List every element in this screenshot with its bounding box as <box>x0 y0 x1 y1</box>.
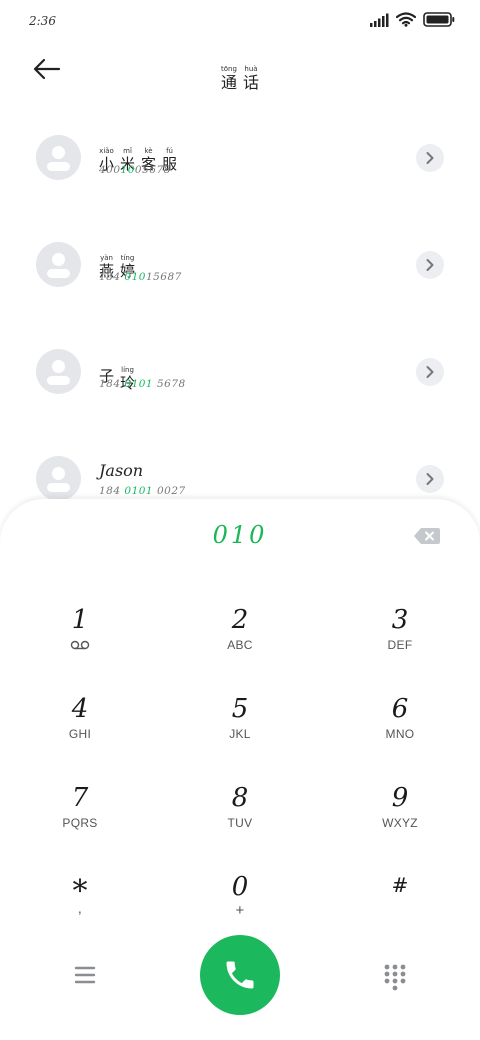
key-digit: 2 <box>231 605 249 635</box>
contact-row[interactable]: yàn 燕 tíng 婷 184 01015687 <box>0 211 480 311</box>
phone-icon <box>226 961 254 989</box>
key-letters: WXYZ <box>382 816 418 830</box>
key-6[interactable]: 6 MNO <box>340 694 460 766</box>
number-match: 10 <box>120 164 135 176</box>
key-digit: 7 <box>71 783 89 813</box>
number-part: 184 <box>99 378 125 390</box>
menu-icon[interactable] <box>70 962 100 988</box>
chevron-right-icon <box>426 259 434 271</box>
wifi-icon <box>396 12 416 27</box>
dial-input[interactable]: 010 <box>0 521 480 549</box>
contact-row[interactable]: 子 líng 玲 184 0101 5678 <box>0 318 480 418</box>
key-letters: DEF <box>387 638 413 652</box>
number-part: 0027 <box>153 485 186 497</box>
number-part: 5678 <box>153 378 186 390</box>
call-button[interactable] <box>200 935 280 1015</box>
key-digit: 6 <box>391 694 409 724</box>
voicemail-icon <box>70 640 90 650</box>
contact-number: 184 01015687 <box>99 271 182 283</box>
key-9[interactable]: 9 WXYZ <box>340 783 460 855</box>
contact-number: 184 0101 5678 <box>99 378 186 390</box>
key-digit: 9 <box>391 783 409 813</box>
number-part: 400 <box>99 164 121 176</box>
chevron-right-icon <box>426 366 434 378</box>
name-pinyin: líng <box>121 366 134 374</box>
contact-row[interactable]: xiǎo 小 mǐ 米 kè 客 fú 服 4001005678 <box>0 104 480 204</box>
key-2[interactable]: 2 ABC <box>180 605 300 677</box>
header: tōng 通 huà 话 <box>0 42 480 98</box>
key-letters: ABC <box>227 638 253 652</box>
number-part: 184 <box>99 271 125 283</box>
name-pinyin: kè <box>144 147 153 155</box>
name-pinyin: yàn <box>100 254 113 262</box>
key-1[interactable]: 1 <box>20 605 140 677</box>
avatar-icon <box>36 242 81 287</box>
key-digit: 8 <box>231 783 249 813</box>
key-digit: 1 <box>71 605 89 635</box>
chevron-right-icon <box>426 152 434 164</box>
status-time: 2:36 <box>29 14 56 28</box>
key-8[interactable]: 8 TUV <box>180 783 300 855</box>
avatar-icon <box>36 349 81 394</box>
keypad-icon[interactable] <box>380 962 410 992</box>
number-match: 0101 <box>124 485 154 497</box>
key-digit: 4 <box>71 694 89 724</box>
number-part: 05678 <box>134 164 171 176</box>
contact-number: 184 0101 0027 <box>99 485 186 497</box>
contact-number: 4001005678 <box>99 164 171 176</box>
avatar-icon <box>36 135 81 180</box>
avatar-icon <box>36 456 81 501</box>
status-icons <box>369 12 455 27</box>
key-letters: TUV <box>227 816 253 830</box>
name-pinyin: tíng <box>120 254 135 262</box>
backspace-icon[interactable] <box>413 526 441 546</box>
key-digit: 5 <box>231 694 249 724</box>
key-5[interactable]: 5 JKL <box>180 694 300 766</box>
contact-detail-button[interactable] <box>416 251 444 279</box>
contact-detail-button[interactable] <box>416 465 444 493</box>
number-match: 0101 <box>124 378 154 390</box>
key-digit: 0 <box>231 872 249 902</box>
key-7[interactable]: 7 PQRS <box>20 783 140 855</box>
number-match: 010 <box>124 271 146 283</box>
page-title: tōng 通 huà 话 <box>0 56 480 91</box>
key-letters: + <box>235 902 245 919</box>
name-pinyin: fú <box>166 147 173 155</box>
contact-name: Jason <box>99 461 144 480</box>
key-letters: JKL <box>229 727 251 741</box>
name-pinyin: xiǎo <box>99 147 114 155</box>
key-letters: PQRS <box>62 816 98 830</box>
status-bar: 2:36 <box>0 0 480 42</box>
key-3[interactable]: 3 DEF <box>340 605 460 677</box>
key-letters: , <box>77 900 83 916</box>
title-char: 通 <box>220 73 237 92</box>
name-pinyin: mǐ <box>123 147 132 155</box>
key-letters: GHI <box>68 727 92 741</box>
key-digit: # <box>391 873 409 897</box>
title-pinyin: huà <box>244 65 258 73</box>
bottom-action-bar <box>0 932 480 1020</box>
title-char: 话 <box>243 73 260 92</box>
key-digit: 3 <box>391 605 409 635</box>
number-part: 15687 <box>145 271 182 283</box>
chevron-right-icon <box>426 473 434 485</box>
key-4[interactable]: 4 GHI <box>20 694 140 766</box>
contact-detail-button[interactable] <box>416 144 444 172</box>
title-pinyin: tōng <box>221 65 237 73</box>
number-part: 184 <box>99 485 125 497</box>
battery-icon <box>423 12 455 27</box>
signal-icon <box>370 13 389 27</box>
contact-detail-button[interactable] <box>416 358 444 386</box>
key-letters: MNO <box>385 727 415 741</box>
